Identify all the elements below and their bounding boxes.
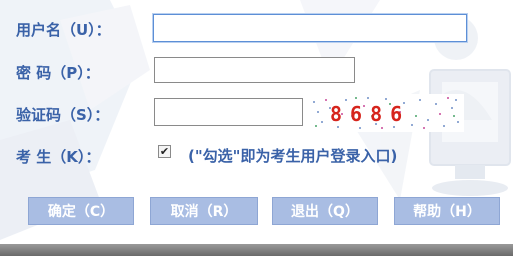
examinee-label: 考 生（K）： (16, 148, 101, 166)
examinee-checkbox[interactable]: ✔ (158, 145, 174, 161)
login-form: 用户名（U）： 密 码（P）： 验证码（S）： 8686 考 生（K）： ✔ (… (0, 0, 513, 256)
confirm-button[interactable]: 确定（C） (28, 197, 134, 225)
bottom-bar (0, 244, 513, 256)
captcha-label: 验证码（S）： (16, 106, 110, 124)
checkbox-check-icon: ✔ (158, 145, 171, 158)
password-label: 密 码（P）： (16, 64, 100, 82)
cancel-button[interactable]: 取消（R） (150, 197, 258, 225)
help-button[interactable]: 帮助（H） (394, 197, 500, 225)
username-input[interactable] (153, 14, 467, 42)
exit-button[interactable]: 退出（Q） (272, 197, 378, 225)
captcha-image[interactable]: 8686 (308, 94, 464, 132)
username-label: 用户名（U）： (16, 21, 111, 39)
password-input[interactable] (154, 57, 355, 83)
captcha-code: 8686 (330, 102, 410, 126)
examinee-hint: ("勾选"即为考生用户登录入口) (188, 147, 398, 165)
captcha-input[interactable] (154, 98, 303, 126)
